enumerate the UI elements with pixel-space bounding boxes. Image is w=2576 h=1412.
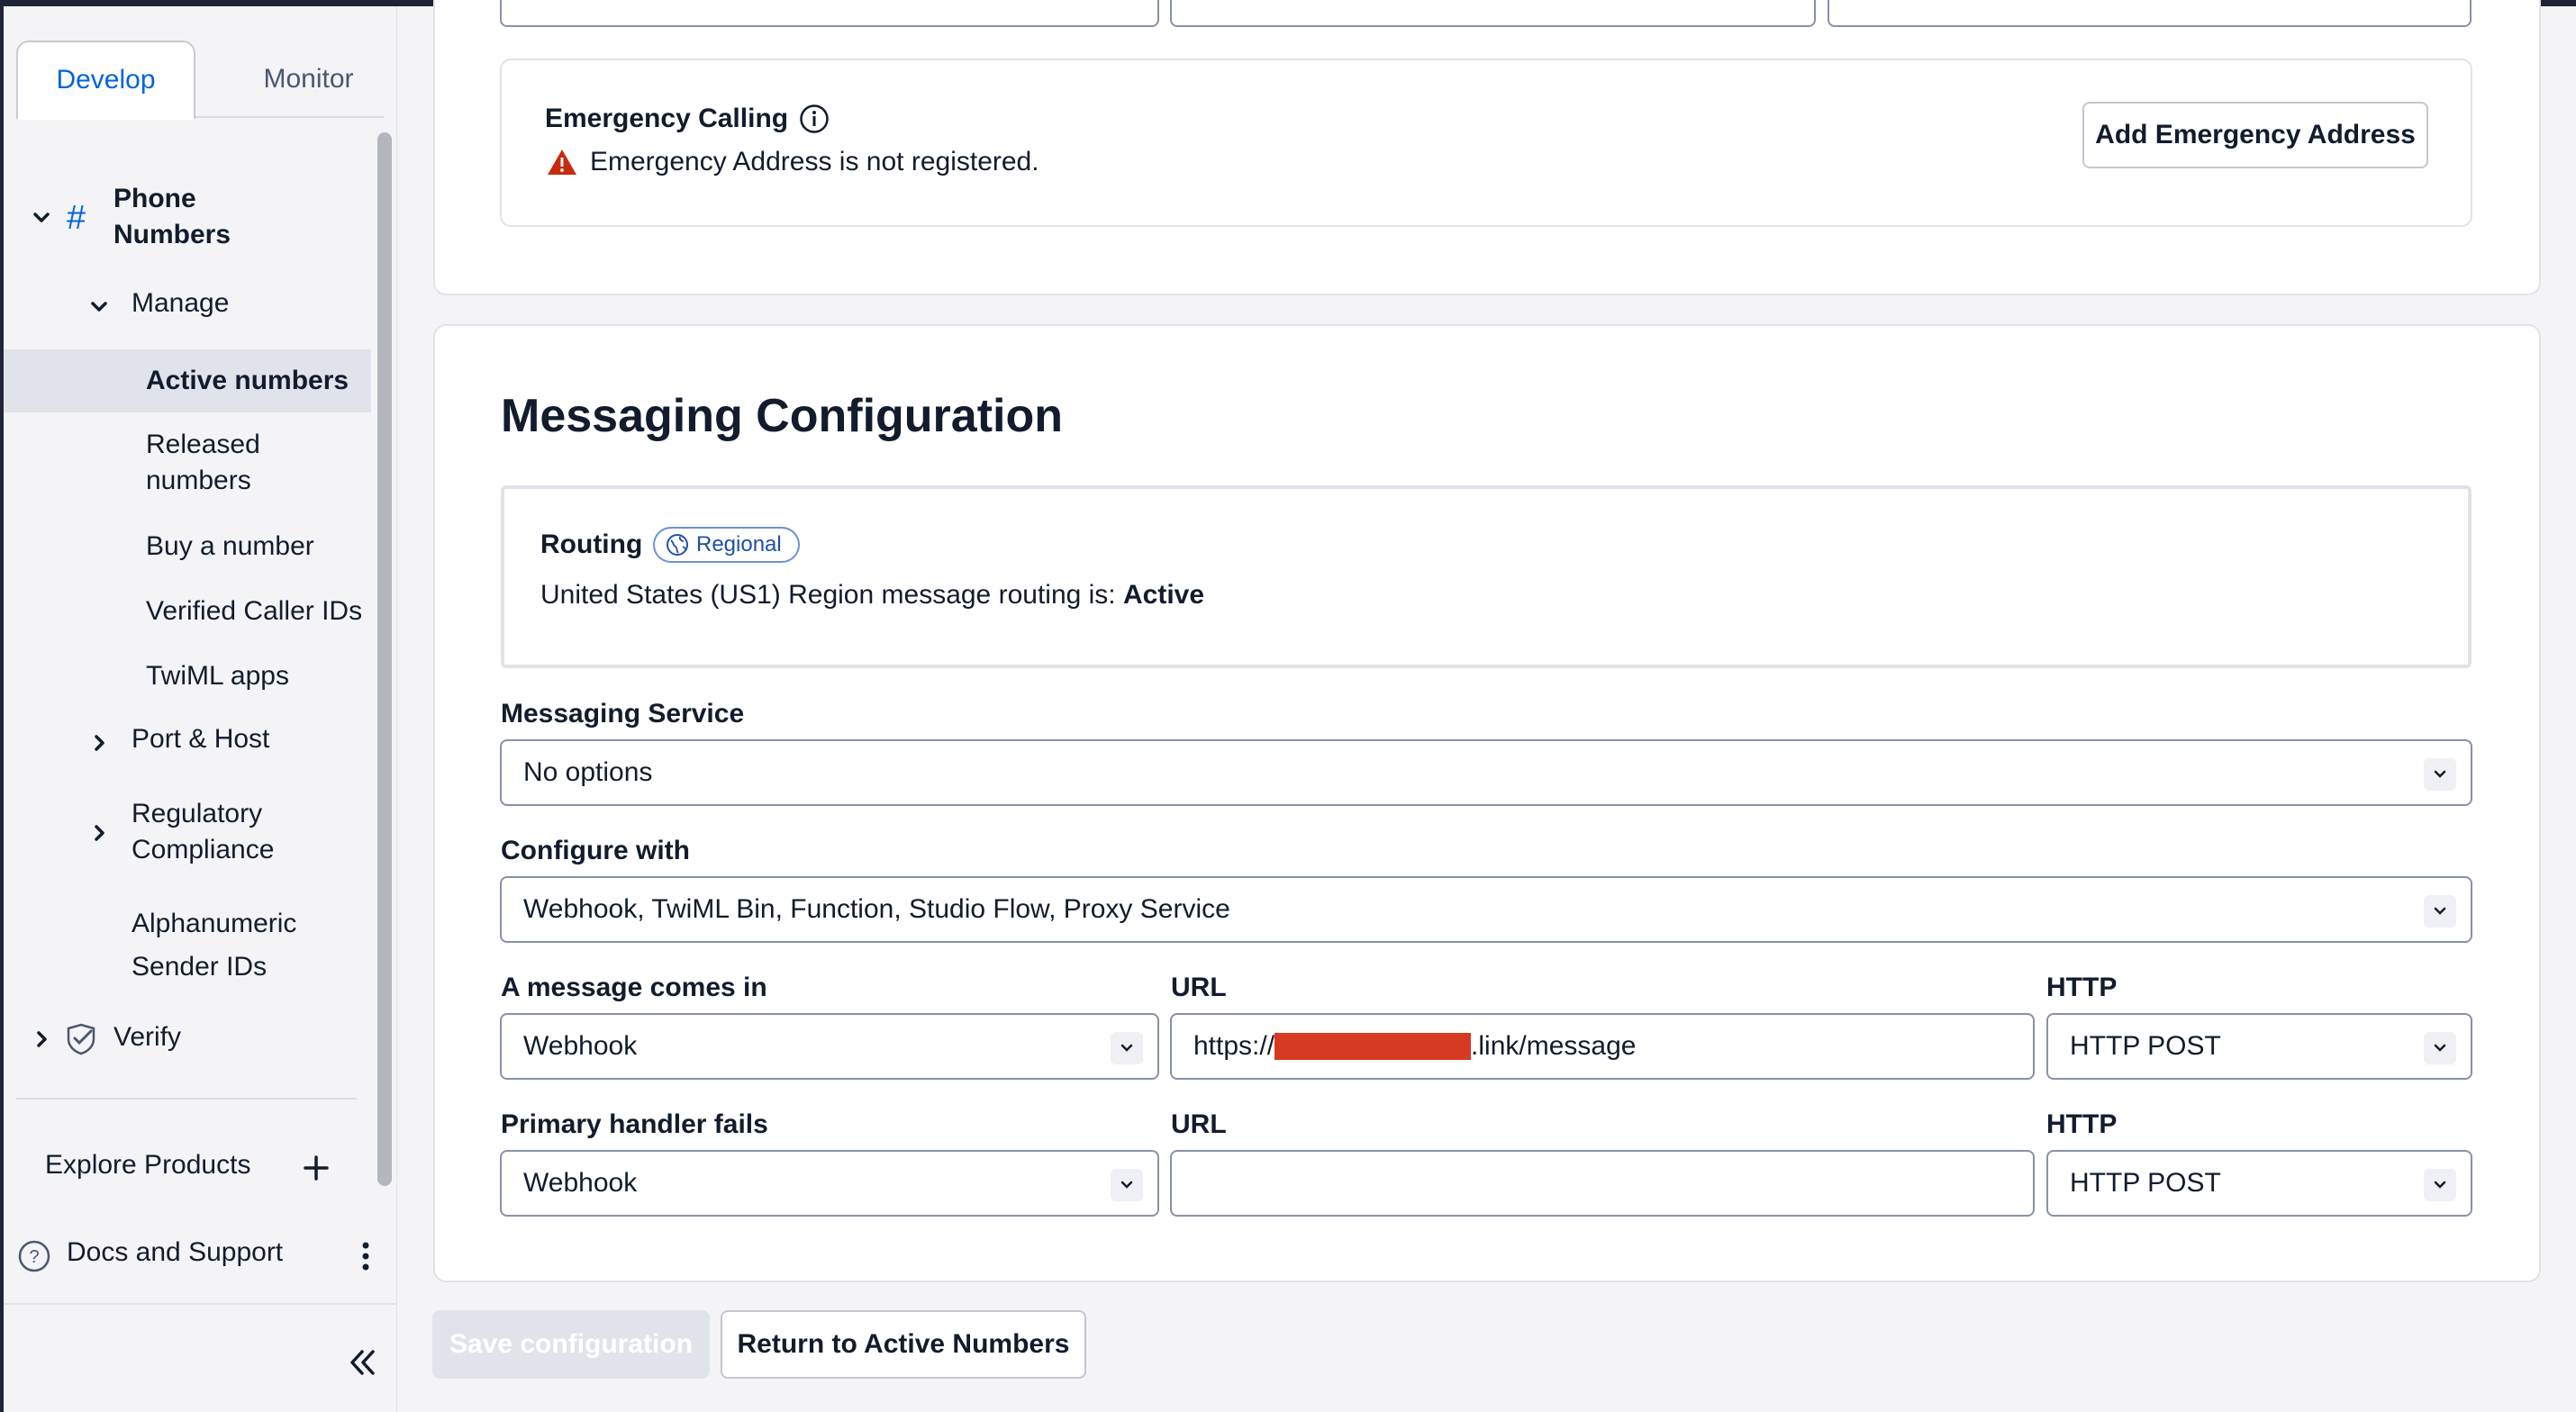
- return-to-active-numbers-button[interactable]: Return to Active Numbers: [721, 1310, 1086, 1379]
- messaging-config-title: Messaging Configuration: [501, 390, 1063, 442]
- emergency-warning: Emergency Address is not registered.: [547, 147, 1039, 177]
- nav-alphanumeric-label: Alphanumeric Sender IDs: [132, 909, 297, 982]
- nav-regulatory-compliance-label: Regulatory Compliance: [132, 799, 275, 864]
- sidebar-item-twiml-apps[interactable]: TwiML apps: [146, 658, 289, 694]
- explore-products[interactable]: Explore Products: [0, 1145, 360, 1190]
- verify-shield-icon: [65, 1023, 97, 1055]
- nav-alphanumeric-sender-ids[interactable]: Alphanumeric Sender IDs: [0, 902, 369, 992]
- emergency-calling-title: Emergency Calling: [545, 104, 830, 134]
- incoming-url-input[interactable]: https:// .link/message: [1170, 1013, 2035, 1080]
- routing-status-text: United States (US1) Region message routi…: [540, 580, 1123, 610]
- fail-handler-select[interactable]: Webhook: [500, 1150, 1159, 1217]
- plus-icon[interactable]: [303, 1154, 330, 1181]
- nav-manage[interactable]: Manage: [0, 284, 369, 329]
- sidebar-bottom-separator: [4, 1303, 397, 1305]
- incoming-handler-select[interactable]: Webhook: [500, 1013, 1159, 1080]
- incoming-http-label: HTTP: [2046, 973, 2118, 1002]
- sidebar-divider: [16, 1098, 357, 1100]
- chevron-right-icon: [31, 1028, 52, 1050]
- messaging-service-select[interactable]: No options: [500, 739, 2472, 806]
- top-select-3[interactable]: [1828, 0, 2472, 27]
- more-vertical-icon[interactable]: [357, 1238, 375, 1274]
- hash-icon: #: [67, 199, 86, 237]
- chevron-down-icon: [2424, 895, 2456, 928]
- nav-manage-label: Manage: [132, 288, 230, 318]
- nav-verify[interactable]: Verify: [0, 1018, 369, 1063]
- top-select-1[interactable]: [500, 0, 1159, 27]
- sidebar-scrollbar[interactable]: [377, 132, 392, 1186]
- tab-monitor[interactable]: Monitor: [219, 41, 398, 118]
- tab-develop[interactable]: Develop: [16, 41, 195, 120]
- redacted-domain: [1274, 1033, 1472, 1060]
- info-icon[interactable]: [799, 104, 830, 134]
- configure-with-label: Configure with: [501, 836, 690, 865]
- docs-support-label: Docs and Support: [67, 1237, 284, 1267]
- globe-icon: [666, 533, 689, 557]
- chevron-down-icon: [2424, 1169, 2456, 1201]
- warning-icon: [547, 148, 577, 176]
- incoming-url-suffix: .link/message: [1471, 1031, 1637, 1061]
- fail-url-label: URL: [1171, 1109, 1227, 1139]
- sidebar-item-active-numbers[interactable]: Active numbers: [146, 363, 349, 399]
- save-configuration-button[interactable]: Save configuration: [432, 1310, 710, 1379]
- chevron-right-icon: [88, 822, 110, 844]
- nav-port-host-label: Port & Host: [132, 724, 270, 754]
- routing-label: Routing: [540, 530, 643, 559]
- emergency-calling-label: Emergency Calling: [545, 104, 789, 133]
- sidebar: Develop Monitor # Phone Numbers Manage A…: [0, 6, 397, 1412]
- regional-badge-label: Regional: [696, 532, 782, 557]
- nav-port-host[interactable]: Port & Host: [0, 720, 369, 765]
- fail-url-input[interactable]: [1170, 1150, 2035, 1217]
- nav-phone-numbers-label: Phone Numbers: [113, 184, 231, 249]
- nav-phone-numbers[interactable]: # Phone Numbers: [0, 177, 369, 258]
- configure-with-select[interactable]: Webhook, TwiML Bin, Function, Studio Flo…: [500, 876, 2472, 943]
- top-input-2[interactable]: [1170, 0, 1816, 27]
- message-comes-in-label: A message comes in: [501, 973, 767, 1002]
- sidebar-item-verified-caller-ids[interactable]: Verified Caller IDs: [146, 593, 362, 629]
- chevron-down-icon: [2424, 1032, 2456, 1064]
- docs-and-support[interactable]: ? Docs and Support: [0, 1233, 387, 1278]
- regional-badge: Regional: [653, 527, 800, 563]
- collapse-sidebar-icon[interactable]: [346, 1346, 378, 1379]
- routing-status: United States (US1) Region message routi…: [540, 580, 1204, 611]
- incoming-http-select[interactable]: HTTP POST: [2046, 1013, 2472, 1080]
- sidebar-tabs: Develop Monitor: [16, 41, 384, 120]
- chevron-down-icon: [88, 296, 110, 318]
- explore-products-label: Explore Products: [45, 1150, 251, 1180]
- incoming-handler-value: Webhook: [523, 1031, 638, 1061]
- messaging-service-label: Messaging Service: [501, 699, 745, 729]
- chevron-right-icon: [88, 732, 110, 754]
- incoming-url-prefix: https://: [1193, 1031, 1275, 1061]
- incoming-url-label: URL: [1171, 973, 1227, 1002]
- nav-regulatory-compliance[interactable]: Regulatory Compliance: [0, 792, 369, 873]
- nav-verify-label: Verify: [113, 1022, 182, 1052]
- fail-http-value: HTTP POST: [2070, 1168, 2221, 1198]
- fail-handler-value: Webhook: [523, 1168, 638, 1198]
- chevron-down-icon: [2424, 758, 2456, 791]
- incoming-http-value: HTTP POST: [2070, 1031, 2221, 1061]
- configure-with-value: Webhook, TwiML Bin, Function, Studio Flo…: [523, 894, 1230, 924]
- sidebar-item-released-numbers[interactable]: Released numbers: [146, 427, 281, 499]
- primary-handler-fails-label: Primary handler fails: [501, 1109, 768, 1139]
- add-emergency-address-button[interactable]: Add Emergency Address: [2082, 102, 2428, 168]
- sidebar-item-buy-a-number[interactable]: Buy a number: [146, 529, 314, 565]
- fail-http-select[interactable]: HTTP POST: [2046, 1150, 2472, 1217]
- routing-status-value: Active: [1122, 580, 1205, 610]
- emergency-warning-text: Emergency Address is not registered.: [590, 147, 1039, 176]
- svg-text:?: ?: [29, 1247, 39, 1267]
- chevron-down-icon: [1111, 1169, 1143, 1201]
- fail-http-label: HTTP: [2046, 1109, 2118, 1139]
- routing-box: Routing Regional United States (US1) Reg…: [501, 485, 2472, 668]
- chevron-down-icon: [1111, 1032, 1143, 1064]
- chevron-down-icon: [31, 207, 52, 229]
- messaging-service-value: No options: [523, 757, 653, 787]
- help-circle-icon: ?: [18, 1240, 50, 1272]
